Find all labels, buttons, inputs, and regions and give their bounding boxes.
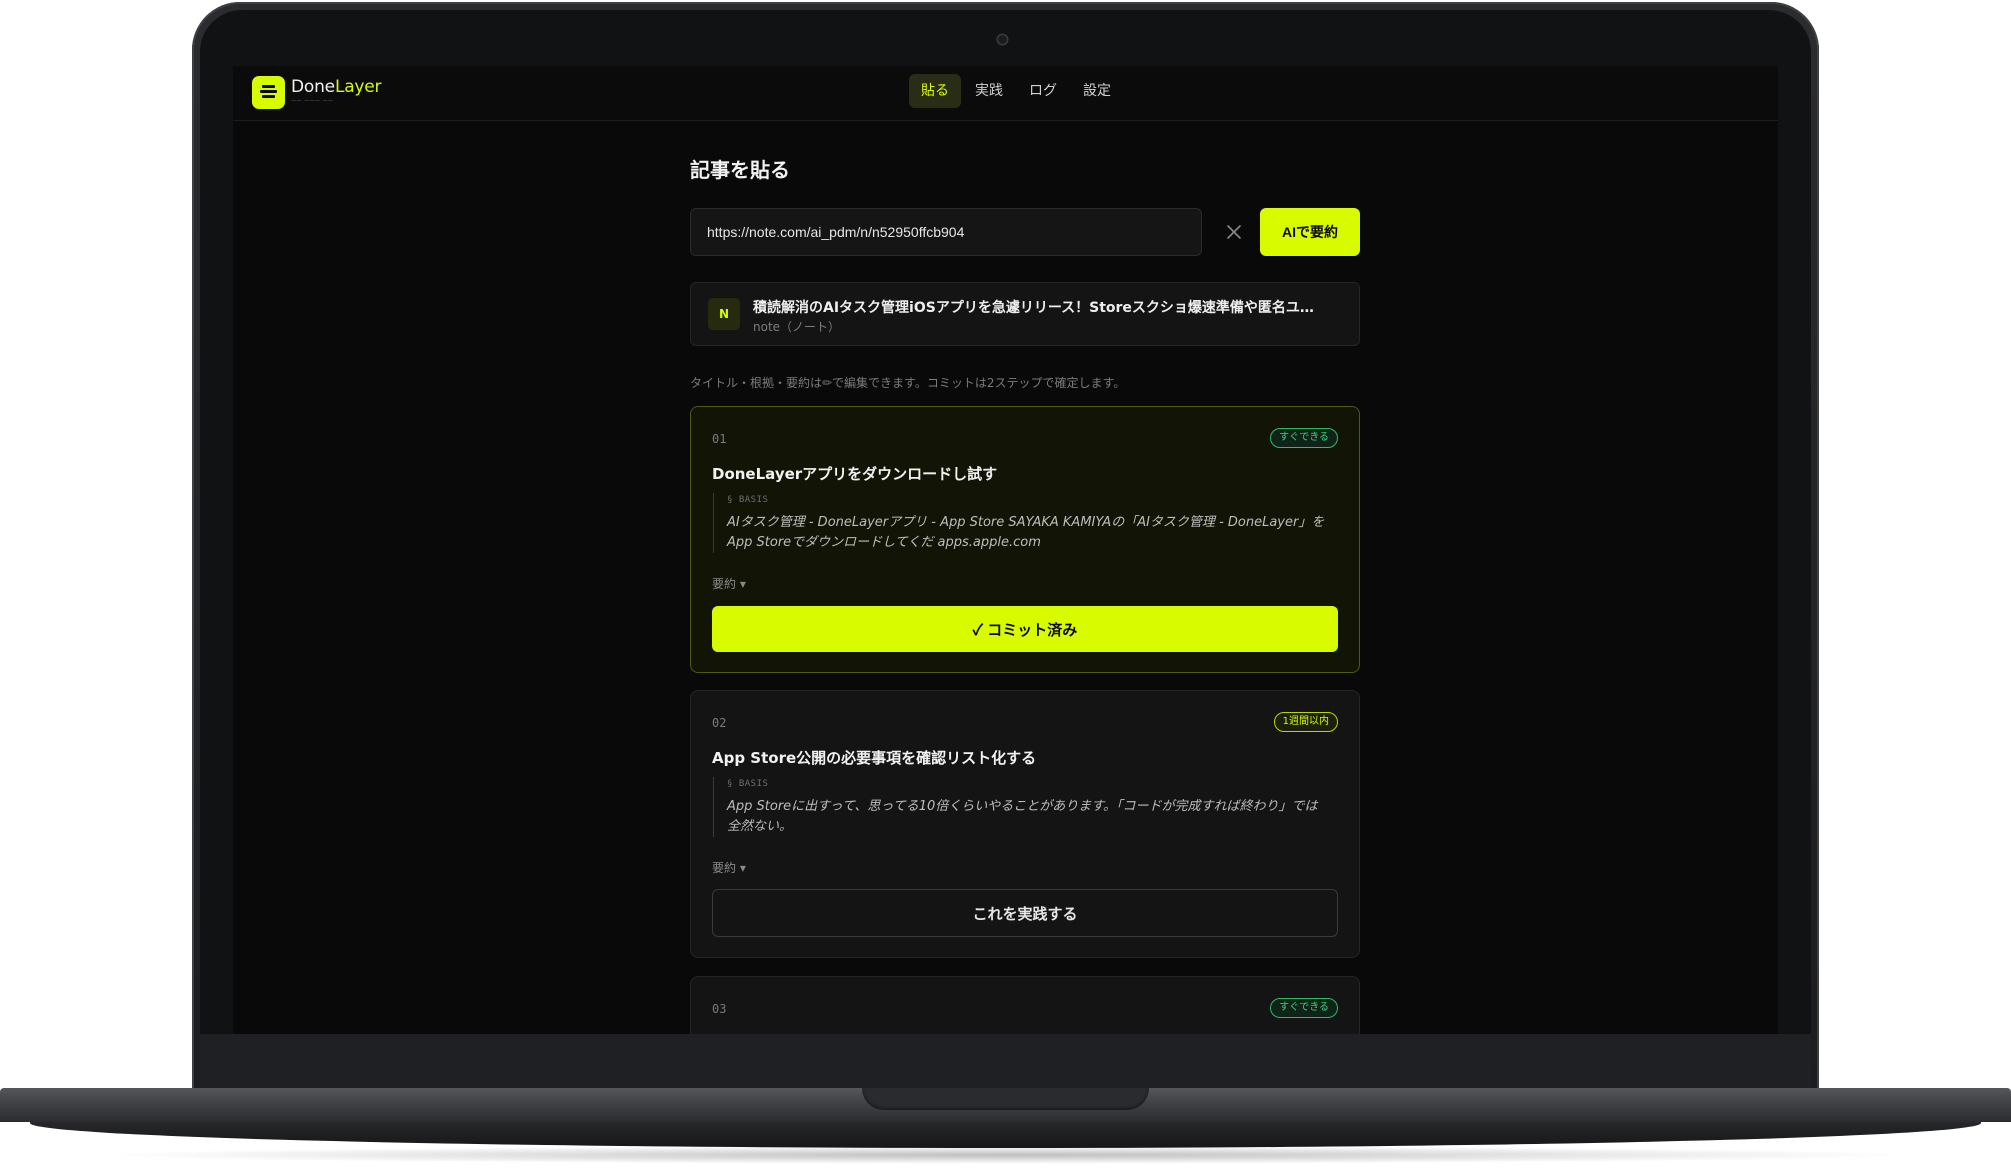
card-number: 03 — [712, 1002, 727, 1016]
nav-tab-log[interactable]: ログ — [1017, 74, 1069, 108]
brand-tagline: —— ——— —— — [291, 98, 334, 104]
camera-icon — [998, 35, 1007, 44]
action-card: 03 すぐできる — [690, 976, 1360, 1034]
source-title: 積読解消のAIタスク管理iOSアプリを急遽リリース！Storeスクショ爆速準備や… — [753, 300, 1314, 316]
basis-text: App Storeに出すって、思ってる10倍くらいやることがあります。「コードが… — [727, 799, 1318, 834]
practice-button[interactable]: これを実践する — [712, 889, 1338, 937]
basis-quote: § BASIS App Storeに出すって、思ってる10倍くらいやることがあり… — [713, 777, 1327, 837]
action-card: 01 すぐできる DoneLayerアプリをダウンロードし試す § BASIS … — [690, 406, 1360, 673]
card-title: App Store公開の必要事項を確認リスト化する — [712, 749, 1037, 767]
basis-quote: § BASIS AIタスク管理 - DoneLayerアプリ - App Sto… — [713, 493, 1327, 553]
main-nav: 貼る 実践 ログ 設定 — [909, 74, 1123, 108]
summary-toggle[interactable]: 要約 ▾ — [712, 575, 746, 592]
card-number: 01 — [712, 432, 727, 446]
app-screen: DoneLayer —— ——— —— 貼る 実践 ログ 設定 記事を貼る AI… — [233, 66, 1778, 1034]
card-number: 02 — [712, 716, 727, 730]
nav-tab-paste[interactable]: 貼る — [909, 74, 961, 108]
top-bar: DoneLayer —— ——— —— 貼る 実践 ログ 設定 — [233, 66, 1778, 121]
brand-name-part2: Layer — [334, 77, 382, 97]
timing-badge: 1週間以内 — [1273, 712, 1338, 732]
source-article-card[interactable]: N 積読解消のAIタスク管理iOSアプリを急遽リリース！Storeスクショ爆速準… — [690, 282, 1360, 346]
clear-icon[interactable] — [1222, 220, 1246, 244]
basis-label: § BASIS — [727, 495, 769, 505]
card-title: DoneLayerアプリをダウンロードし試す — [712, 465, 998, 483]
logo-icon[interactable] — [252, 76, 285, 109]
laptop-mockup: DoneLayer —— ——— —— 貼る 実践 ログ 設定 記事を貼る AI… — [0, 0, 2011, 1171]
summary-toggle[interactable]: 要約 ▾ — [712, 859, 746, 876]
action-card: 02 1週間以内 App Store公開の必要事項を確認リスト化する § BAS… — [690, 690, 1360, 958]
laptop-notch — [862, 1088, 1149, 1110]
nav-tab-settings[interactable]: 設定 — [1071, 74, 1123, 108]
edit-hint: タイトル・根拠・要約は✏で編集できます。コミットは2ステップで確定します。 — [690, 376, 1126, 390]
basis-text: AIタスク管理 - DoneLayerアプリ - App Store SAYAK… — [727, 515, 1325, 550]
nav-tab-practice[interactable]: 実践 — [963, 74, 1015, 108]
article-url-input[interactable] — [690, 208, 1202, 256]
page-title: 記事を貼る — [690, 158, 790, 182]
source-favicon: N — [708, 298, 740, 330]
laptop-shadow — [90, 1146, 1921, 1164]
laptop-base-bottom — [30, 1118, 1981, 1148]
brand-name-part1: Done — [291, 77, 335, 97]
committed-button[interactable]: ✓ コミット済み — [712, 606, 1338, 652]
timing-badge: すぐできる — [1270, 428, 1338, 448]
source-site-name: note（ノート） — [753, 320, 841, 334]
basis-label: § BASIS — [727, 779, 769, 789]
timing-badge: すぐできる — [1270, 998, 1338, 1018]
screen-chin — [200, 1034, 1811, 1094]
ai-summarize-button[interactable]: AIで要約 — [1260, 208, 1360, 256]
brand-name: DoneLayer — [291, 77, 382, 97]
